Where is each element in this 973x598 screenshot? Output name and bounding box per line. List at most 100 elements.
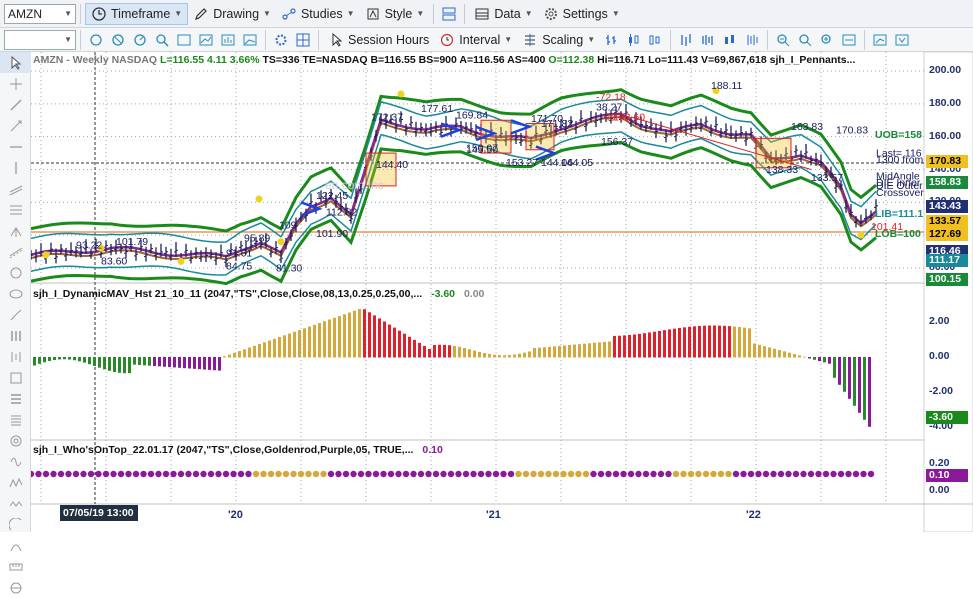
histogram-bar [448, 345, 451, 358]
candle-icon[interactable] [623, 31, 643, 49]
histogram-bar [53, 357, 56, 361]
box-tool-icon[interactable] [0, 367, 31, 388]
hollow-candle-icon[interactable] [645, 31, 665, 49]
whos-on-top-dot [147, 470, 155, 478]
histogram-bar [548, 346, 551, 358]
timeframe-button[interactable]: Timeframe ▼ [85, 2, 189, 25]
cycle-icon[interactable] [108, 31, 128, 49]
whos-on-top-dot [582, 470, 590, 478]
add-chart-icon[interactable] [870, 31, 890, 49]
zoom-magnifier-icon[interactable] [795, 31, 815, 49]
fib-icon[interactable] [0, 199, 31, 220]
crosshair-time-label: 07/05/19 13:00 [60, 505, 138, 521]
histogram-bar [493, 354, 496, 358]
zoom-out-icon[interactable] [773, 31, 793, 49]
refresh-icon[interactable] [86, 31, 106, 49]
dense-bars-icon[interactable] [698, 31, 718, 49]
horizontal-line-icon[interactable] [0, 136, 31, 157]
drawing-button[interactable]: Drawing ▼ [188, 3, 276, 25]
price-annotation: 95.89 [244, 233, 270, 245]
bar-style-icon[interactable] [601, 31, 621, 49]
text-lines-icon[interactable] [0, 409, 31, 430]
who-value: 0.10 [422, 444, 443, 456]
style-button[interactable]: Style ▼ [360, 3, 430, 25]
whos-on-top-dot [635, 470, 642, 478]
histogram-bar [463, 347, 466, 358]
wave-icon[interactable] [0, 493, 31, 514]
thin-bars-icon[interactable] [742, 31, 762, 49]
pointer-icon [328, 32, 344, 48]
whos-on-top-dot [380, 470, 387, 478]
save-chart-icon[interactable] [892, 31, 912, 49]
price-pane-title: AMZN - Weekly NASDAQ L=116.55 4.11 3.66%… [33, 54, 855, 66]
vertical-line-icon[interactable] [0, 157, 31, 178]
ticks-tool-icon[interactable] [0, 346, 31, 367]
price-annotation: 101.79 [116, 236, 148, 248]
histogram-bar [358, 309, 361, 358]
list-tool-icon[interactable] [0, 388, 31, 409]
symbol-input[interactable]: AMZN ▼ [4, 3, 76, 24]
interval-button[interactable]: Interval ▼ [434, 29, 517, 51]
interval-combo[interactable]: ▼ [4, 29, 76, 50]
studies-button[interactable]: Studies ▼ [276, 3, 360, 25]
globe-icon[interactable] [0, 577, 31, 598]
grid-icon[interactable] [293, 31, 313, 49]
histogram-bar [513, 354, 516, 358]
chevron-down-icon: ▼ [524, 9, 533, 18]
histogram-bar [728, 326, 731, 358]
histogram-bar [708, 325, 711, 358]
ellipse-tool-icon[interactable] [0, 283, 31, 304]
zigzag-icon[interactable] [0, 472, 31, 493]
ohlc-bars-icon[interactable] [676, 31, 696, 49]
ruler-icon[interactable] [0, 556, 31, 577]
symbol-value: AMZN [8, 6, 42, 21]
chart-bars-icon[interactable] [218, 31, 238, 49]
circle-tool-icon[interactable] [0, 262, 31, 283]
timeframe-label: Timeframe [111, 6, 171, 21]
speed-icon[interactable] [130, 31, 150, 49]
curve-icon[interactable] [0, 535, 31, 556]
fit-icon[interactable] [839, 31, 859, 49]
zoom-reset-icon[interactable] [817, 31, 837, 49]
data-button[interactable]: Data ▼ [469, 3, 537, 25]
chart-area-icon[interactable] [240, 31, 260, 49]
price-tag: 127.69 [926, 228, 968, 241]
layout-icon[interactable] [439, 5, 459, 23]
whos-on-top-dot [777, 470, 785, 478]
crosshair-icon[interactable] [0, 73, 31, 94]
session-hours-button[interactable]: Session Hours [323, 29, 434, 51]
whos-on-top-dot [492, 470, 500, 478]
data-label: Data [494, 6, 521, 21]
cycles-icon[interactable] [0, 451, 31, 472]
regression-icon[interactable] [0, 241, 31, 262]
histogram-bar [283, 335, 286, 358]
histogram-bar [598, 342, 601, 358]
histogram-bar [538, 347, 541, 358]
scaling-button[interactable]: Scaling ▼ [517, 29, 600, 51]
settings-button[interactable]: Settings ▼ [538, 3, 625, 25]
chart-frame-icon[interactable] [174, 31, 194, 49]
select-arrow-icon[interactable] [0, 52, 31, 73]
chart-line-icon[interactable] [196, 31, 216, 49]
gann-icon[interactable] [0, 430, 31, 451]
whos-on-top-dot [192, 470, 200, 478]
histogram-bar [818, 357, 821, 362]
ray-tool-icon[interactable] [0, 115, 31, 136]
histogram-bar [73, 357, 76, 361]
candles-icon[interactable] [720, 31, 740, 49]
histogram-bar [298, 330, 301, 358]
histogram-bar [293, 331, 296, 358]
bars-tool-icon[interactable] [0, 325, 31, 346]
histogram-bar [653, 331, 656, 358]
brush-tool-icon[interactable] [0, 304, 31, 325]
whos-on-top-dot [447, 470, 455, 478]
whos-on-top-dot [462, 470, 470, 478]
line-tool-icon[interactable] [0, 94, 31, 115]
signal-dot [397, 90, 405, 98]
gear-icon[interactable] [271, 31, 291, 49]
zoom-in-icon[interactable] [152, 31, 172, 49]
whos-on-top-dot [200, 470, 207, 478]
histogram-bar [43, 357, 46, 363]
pitchfork-icon[interactable] [0, 220, 31, 241]
trend-channel-icon[interactable] [0, 178, 31, 199]
